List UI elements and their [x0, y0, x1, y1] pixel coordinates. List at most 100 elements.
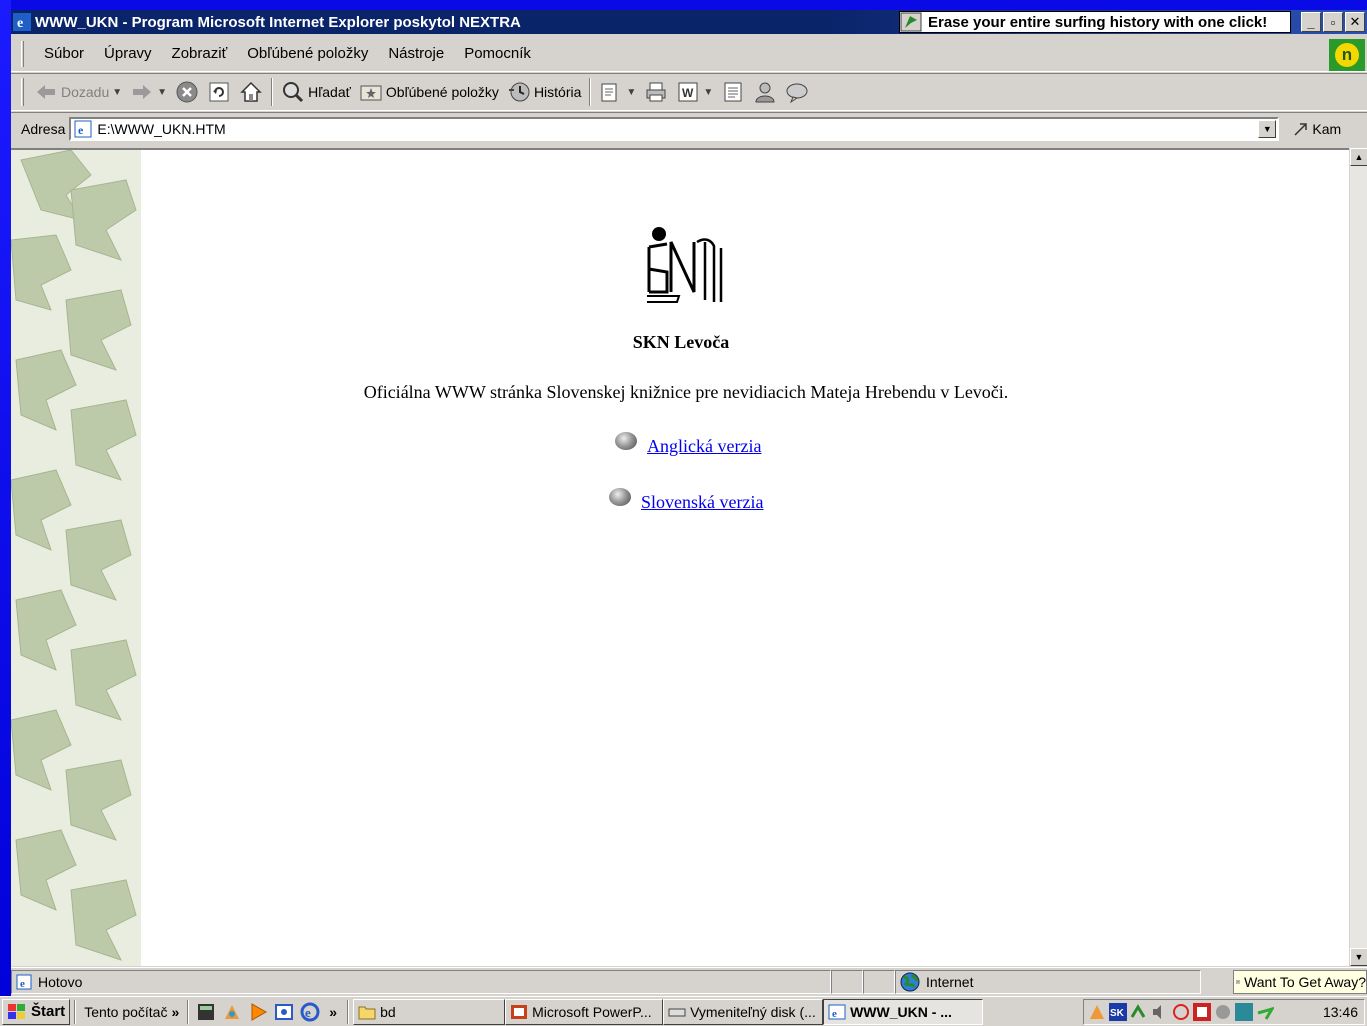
- forward-dropdown-icon[interactable]: ▼: [157, 87, 167, 98]
- task-folder-bd[interactable]: bd: [353, 998, 506, 1025]
- task-www-ukn[interactable]: e WWW_UKN - ...: [823, 998, 984, 1025]
- flag-icon: [1236, 980, 1240, 984]
- address-input[interactable]: e E:\WWW_UKN.HTM ▼: [69, 116, 1280, 141]
- windows-logo-icon: [8, 1003, 25, 1019]
- ie-icon: e: [13, 13, 31, 31]
- start-button[interactable]: Štart: [2, 998, 71, 1025]
- flag-icon: [900, 12, 922, 32]
- page-description: Oficiálna WWW stránka Slovenskej knižnic…: [363, 382, 1009, 402]
- window-icon[interactable]: [274, 1002, 294, 1022]
- link-english[interactable]: Anglická verzia: [647, 436, 761, 457]
- ad-text: Erase your entire surfing history with o…: [928, 13, 1268, 31]
- close-button[interactable]: ✕: [1345, 12, 1365, 32]
- chat-button[interactable]: [781, 77, 813, 107]
- search-button[interactable]: Hľadať: [277, 77, 355, 107]
- chevron-more-icon[interactable]: »: [329, 1004, 337, 1020]
- forward-button[interactable]: ▼: [126, 77, 171, 107]
- window-title: WWW_UKN - Program Microsoft Internet Exp…: [35, 13, 521, 31]
- tray-power-icon[interactable]: [1172, 1003, 1190, 1021]
- tray-connection-icon[interactable]: [1256, 1003, 1274, 1021]
- svg-text:e: e: [305, 1005, 311, 1020]
- chevron-more-icon[interactable]: »: [171, 1004, 179, 1020]
- tray-language-icon[interactable]: SK: [1109, 1003, 1127, 1021]
- clock[interactable]: 13:46: [1323, 1004, 1358, 1020]
- title-bar[interactable]: e WWW_UKN - Program Microsoft Internet E…: [11, 10, 1367, 34]
- tray-antivirus-icon[interactable]: [1193, 1003, 1211, 1021]
- stop-button[interactable]: [171, 77, 203, 107]
- back-arrow-icon: [37, 85, 55, 99]
- web-content: SKN Levoča Oficiálna WWW stránka Slovens…: [11, 148, 1349, 966]
- edit-button[interactable]: W ▼: [672, 77, 717, 107]
- task-powerpoint[interactable]: Microsoft PowerP...: [505, 998, 664, 1025]
- page-icon: e: [74, 120, 92, 137]
- history-button[interactable]: História: [503, 77, 585, 107]
- start-label: Štart: [31, 1003, 66, 1020]
- chat-bubble-icon: [786, 83, 808, 104]
- globe-icon: [900, 972, 920, 992]
- browser-window: e WWW_UKN - Program Microsoft Internet E…: [11, 0, 1367, 996]
- menu-edit[interactable]: Úpravy: [94, 45, 162, 62]
- svg-text:W: W: [682, 86, 694, 100]
- minimize-button[interactable]: _: [1301, 12, 1321, 32]
- edit-dropdown-icon[interactable]: ▼: [703, 87, 713, 98]
- menu-help[interactable]: Pomocník: [454, 45, 541, 62]
- bullet-ball-icon: [615, 431, 637, 450]
- forward-arrow-icon: [133, 85, 152, 99]
- home-button[interactable]: [235, 77, 267, 107]
- status-zone-cell: Internet: [895, 970, 1201, 994]
- paint-icon[interactable]: [222, 1002, 242, 1022]
- powerpoint-icon: [511, 1004, 528, 1019]
- mail-button[interactable]: ▼: [595, 77, 640, 107]
- status-lock-cell: [863, 970, 895, 994]
- status-progress-cell: [831, 970, 863, 994]
- menu-tools[interactable]: Nástroje: [378, 45, 454, 62]
- scroll-down-icon[interactable]: ▼: [1350, 948, 1367, 966]
- link-slovak[interactable]: Slovenská verzia: [641, 492, 763, 513]
- task-removable-disk[interactable]: Vymeniteľný disk (...: [663, 998, 824, 1025]
- menu-file[interactable]: Súbor: [34, 45, 94, 62]
- go-button[interactable]: Kam: [1293, 121, 1341, 137]
- status-text: Hotovo: [38, 974, 83, 990]
- link-english-row: Anglická verzia: [615, 431, 761, 457]
- tray-network-icon[interactable]: [1130, 1003, 1148, 1021]
- menu-bar: Súbor Úpravy Zobraziť Obľúbené položky N…: [11, 36, 1367, 72]
- menu-favorites[interactable]: Obľúbené položky: [237, 45, 378, 62]
- print-button[interactable]: [640, 77, 672, 107]
- address-dropdown-icon[interactable]: ▼: [1258, 119, 1277, 138]
- task-www-label: WWW_UKN - ...: [850, 1003, 952, 1020]
- document-icon: [724, 82, 742, 102]
- back-dropdown-icon[interactable]: ▼: [112, 87, 122, 98]
- ie-quicklaunch-icon[interactable]: e: [300, 1002, 320, 1022]
- mail-dropdown-icon[interactable]: ▼: [626, 87, 636, 98]
- tray-volume-icon[interactable]: [1151, 1003, 1169, 1021]
- favorites-button[interactable]: Obľúbené položky: [355, 77, 503, 107]
- status-bar: e Hotovo Internet Want To Get Away?: [11, 967, 1367, 996]
- back-button[interactable]: Dozadu ▼: [30, 77, 126, 107]
- calculator-icon[interactable]: [196, 1002, 216, 1022]
- tray-tool-icon[interactable]: [1214, 1003, 1232, 1021]
- messenger-button[interactable]: [749, 77, 781, 107]
- people-icon: [755, 82, 775, 103]
- my-computer-toolbar[interactable]: Tento počítač »: [80, 999, 183, 1025]
- tray-paint-icon[interactable]: [1088, 1003, 1106, 1021]
- refresh-icon: [209, 82, 229, 102]
- tray-app-icon[interactable]: [1235, 1003, 1253, 1021]
- bullet-ball-icon: [609, 487, 631, 506]
- ad-want-to-get-away[interactable]: Want To Get Away?: [1233, 970, 1367, 994]
- search-icon: [283, 82, 304, 103]
- toolbar-grip[interactable]: [21, 78, 24, 106]
- ie-icon: e: [828, 1004, 846, 1020]
- page-title: SKN Levoča: [632, 332, 730, 352]
- vertical-scrollbar[interactable]: ▲ ▼: [1349, 148, 1367, 966]
- menu-view[interactable]: Zobraziť: [162, 45, 238, 62]
- discuss-button[interactable]: [717, 77, 749, 107]
- ad-banner[interactable]: Erase your entire surfing history with o…: [899, 11, 1291, 33]
- svg-text:e: e: [20, 978, 25, 990]
- scroll-up-icon[interactable]: ▲: [1350, 148, 1367, 166]
- link-slovak-row: Slovenská verzia: [609, 487, 763, 513]
- restore-button[interactable]: ▫: [1323, 12, 1343, 32]
- svg-text:e: e: [17, 16, 23, 31]
- menu-grip[interactable]: [21, 40, 24, 67]
- refresh-button[interactable]: [203, 77, 235, 107]
- media-player-icon[interactable]: [248, 1002, 268, 1022]
